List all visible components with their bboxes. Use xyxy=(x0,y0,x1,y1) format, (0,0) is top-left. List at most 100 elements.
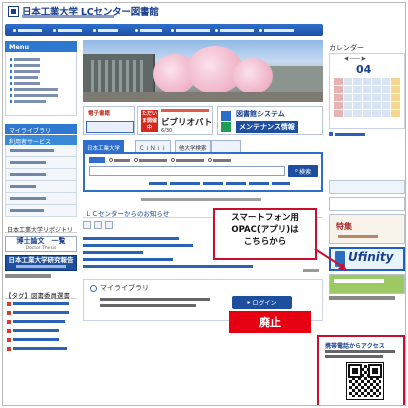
sidebar-mylibrary[interactable]: マイライブラリ xyxy=(5,124,77,135)
smartphone-opac-callout: スマートフォン用 OPAC(アプリ)は こちらから xyxy=(213,208,317,260)
right-banner-2[interactable] xyxy=(329,197,405,211)
tag-item[interactable] xyxy=(5,335,77,344)
hero-photo xyxy=(83,40,323,102)
search-option[interactable] xyxy=(109,158,130,162)
event-badge: ただいま開催中 xyxy=(141,110,158,132)
system-line2: メンテナンス情報 xyxy=(236,121,298,133)
checkbox-icon xyxy=(105,221,113,229)
news-item[interactable] xyxy=(83,265,253,269)
menu-item[interactable] xyxy=(10,100,46,103)
service-item[interactable] xyxy=(5,145,77,157)
tab-nit[interactable]: 日本工業大学 xyxy=(83,140,125,152)
qr-code-icon[interactable] xyxy=(346,362,384,400)
news-icons xyxy=(83,221,113,229)
mobile-access-text xyxy=(325,355,383,358)
calendar-nav[interactable]: ◀ ─── ▶ xyxy=(344,56,366,62)
nav-item-3[interactable] xyxy=(93,27,118,33)
callout-line-2: OPAC(アプリ)は xyxy=(231,225,299,235)
menu-item[interactable] xyxy=(10,58,40,61)
tab-other-univ[interactable]: 他大学検索 xyxy=(175,140,211,152)
ebook-banner[interactable]: 電子書籍 xyxy=(83,106,135,135)
callout-line-1: スマートフォン用 xyxy=(231,213,299,223)
nav-item-2[interactable] xyxy=(53,27,82,33)
research-report-banner[interactable]: 日本工業大学研究報告 xyxy=(5,255,77,271)
nav-item-4[interactable] xyxy=(135,27,162,33)
calendar-grid xyxy=(334,78,400,122)
news-item[interactable] xyxy=(83,244,193,248)
event-head xyxy=(161,109,209,112)
library-support-banner[interactable] xyxy=(329,274,405,294)
doctor-thesis-title: 博士論文 一覧 xyxy=(16,237,66,245)
nav-item-5[interactable] xyxy=(171,27,210,33)
top-nav xyxy=(5,24,323,36)
mobile-access-text xyxy=(325,350,395,353)
service-item[interactable] xyxy=(5,181,77,193)
tag-item[interactable] xyxy=(5,299,77,308)
login-label: ログイン xyxy=(252,300,277,307)
service-item[interactable] xyxy=(5,205,77,217)
menu-item[interactable] xyxy=(10,88,58,91)
mobile-access-title: 携帯電話からアクセス xyxy=(325,343,385,350)
menu-list xyxy=(5,52,77,116)
calendar: ◀ ─── ▶ 04 xyxy=(329,53,405,129)
search-note xyxy=(141,198,261,201)
ebook-sub xyxy=(86,121,134,133)
tag-item[interactable] xyxy=(5,308,77,317)
login-icon: ▸ xyxy=(247,299,251,306)
search-option[interactable] xyxy=(208,158,231,162)
menu-item[interactable] xyxy=(10,94,58,97)
callout-line-3: こちらから xyxy=(243,237,287,247)
mylibrary-text xyxy=(100,304,196,307)
menu-item[interactable] xyxy=(10,76,38,79)
service-item[interactable] xyxy=(5,157,77,169)
callout-arrow-icon xyxy=(314,248,347,271)
tag-item[interactable] xyxy=(5,344,77,353)
site-subtitle xyxy=(22,15,114,18)
doctor-thesis-banner[interactable]: 博士論文 一覧 Doctor Thesis xyxy=(5,236,77,252)
nav-item-6[interactable] xyxy=(215,27,254,33)
news-item[interactable] xyxy=(83,258,173,262)
tab-other[interactable] xyxy=(211,140,241,152)
search-links xyxy=(149,182,290,186)
search-options xyxy=(89,157,231,163)
search-option[interactable] xyxy=(171,158,204,162)
news-item[interactable] xyxy=(83,237,179,241)
system-line1: 図書館システム xyxy=(236,110,285,118)
pickup-title: 特集 xyxy=(336,222,352,231)
mylibrary-title: マイライブラリ xyxy=(90,283,149,293)
calendar-month: 04 xyxy=(356,63,372,76)
news-item[interactable] xyxy=(83,251,143,255)
sidebar-services[interactable]: 利用者サービス xyxy=(5,135,77,146)
search-tabs: 日本工業大学 ＣｉＮｉｉ 他大学検索 xyxy=(83,140,323,152)
research-report-subtitle xyxy=(16,265,66,268)
menu-item[interactable] xyxy=(10,70,40,73)
tag-item[interactable] xyxy=(5,317,77,326)
list-icon xyxy=(94,221,102,229)
banner-caption xyxy=(329,296,395,300)
tab-cinii[interactable]: ＣｉＮｉｉ xyxy=(135,140,171,152)
pickup-banner[interactable]: 特集 xyxy=(329,214,405,244)
mylibrary-icon xyxy=(90,284,97,292)
search-icon: ⌕ xyxy=(294,167,299,174)
service-item[interactable] xyxy=(5,169,77,181)
nit-logo-icon[interactable] xyxy=(8,6,19,17)
search-button[interactable]: ⌕ 検索 xyxy=(288,165,318,177)
pickup-sub xyxy=(338,235,378,238)
tag-item[interactable] xyxy=(5,326,77,335)
repository-title: 日本工業大学リポジトリ xyxy=(5,223,77,234)
nav-item-7[interactable] xyxy=(259,27,294,33)
event-calendar-link[interactable] xyxy=(329,131,405,137)
bibliobattle-banner[interactable]: ただいま開催中 ビブリオバトル 6/30 xyxy=(137,106,213,135)
search-option[interactable] xyxy=(134,158,167,162)
system-icon xyxy=(221,111,231,121)
research-report-title: 日本工業大学研究報告 xyxy=(8,256,74,264)
service-item[interactable] xyxy=(5,193,77,205)
search-input[interactable] xyxy=(89,166,285,176)
system-maintenance-banner[interactable]: 図書館システム メンテナンス情報 xyxy=(217,106,323,135)
event-date: 6/30 xyxy=(161,128,173,134)
right-banner-1[interactable] xyxy=(329,180,405,194)
menu-item[interactable] xyxy=(10,82,40,85)
nav-item-1[interactable] xyxy=(13,27,42,33)
menu-item[interactable] xyxy=(10,64,40,67)
login-button[interactable]: ▸ ログイン xyxy=(232,296,292,309)
